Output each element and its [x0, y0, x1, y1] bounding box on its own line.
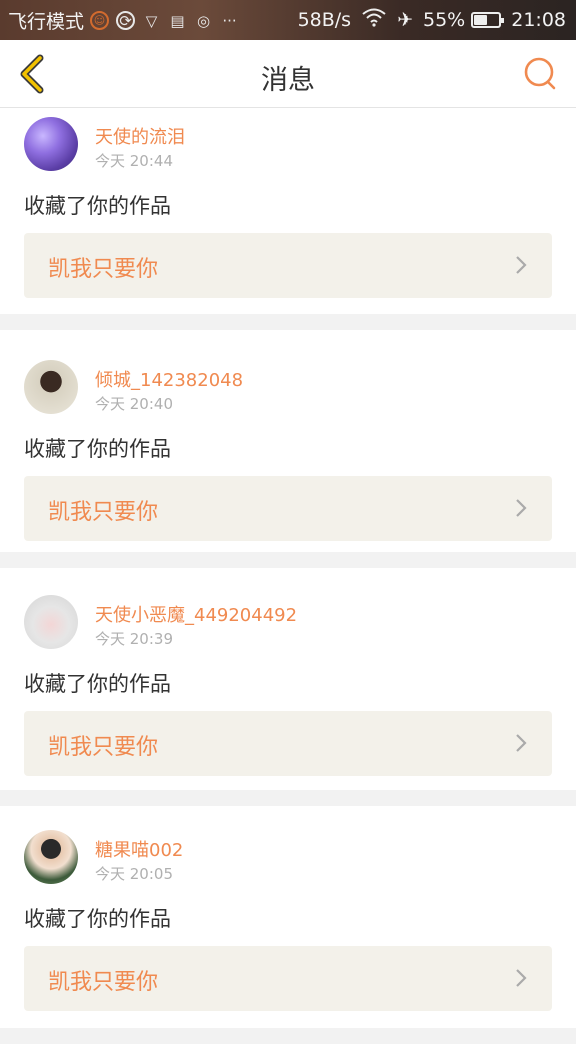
notification-item: 天使的流泪 今天 20:44 收藏了你的作品 凯我只要你 — [0, 108, 576, 314]
timestamp: 今天 20:05 — [95, 865, 173, 883]
notification-item: 倾城_142382048 今天 20:40 收藏了你的作品 凯我只要你 — [0, 330, 576, 552]
notification-list: 天使的流泪 今天 20:44 收藏了你的作品 凯我只要你 倾城_14238204… — [0, 108, 576, 1044]
work-link[interactable]: 凯我只要你 — [24, 476, 552, 541]
notification-item: 糖果喵002 今天 20:05 收藏了你的作品 凯我只要你 — [0, 806, 576, 1028]
notification-item: 天使小恶魔_449204492 今天 20:39 收藏了你的作品 凯我只要你 — [0, 568, 576, 790]
username[interactable]: 倾城_142382048 — [95, 366, 243, 392]
action-text: 收藏了你的作品 — [24, 907, 171, 931]
app-notification-icon: ☺ — [90, 11, 110, 30]
action-text: 收藏了你的作品 — [24, 194, 171, 218]
chevron-right-icon — [516, 499, 527, 517]
avatar[interactable] — [24, 595, 78, 649]
clock: 21:08 — [511, 8, 566, 31]
username[interactable]: 糖果喵002 — [95, 836, 183, 862]
search-icon[interactable] — [520, 54, 560, 94]
hotspot-icon: ◎ — [196, 11, 211, 30]
timestamp: 今天 20:40 — [95, 395, 173, 413]
work-title: 凯我只要你 — [48, 970, 159, 995]
work-link[interactable]: 凯我只要你 — [24, 233, 552, 298]
avatar[interactable] — [24, 117, 78, 171]
chevron-right-icon — [516, 256, 527, 274]
username[interactable]: 天使的流泪 — [95, 123, 185, 149]
battery-icon — [471, 11, 505, 28]
action-text: 收藏了你的作品 — [24, 672, 171, 696]
storage-icon: ▤ — [170, 11, 185, 30]
avatar[interactable] — [24, 360, 78, 414]
work-link[interactable]: 凯我只要你 — [24, 946, 552, 1011]
airplane-mode-label: 飞行模式 — [8, 11, 85, 33]
chevron-right-icon — [516, 969, 527, 987]
action-text: 收藏了你的作品 — [24, 437, 171, 461]
chevron-right-icon — [516, 734, 527, 752]
airplane-icon: ✈ — [397, 8, 413, 31]
avatar[interactable] — [24, 830, 78, 884]
sync-icon: ⟳ — [116, 11, 136, 30]
shield-icon: ▽ — [145, 11, 158, 30]
work-title: 凯我只要你 — [48, 500, 159, 525]
status-bar: 飞行模式 ☺ ⟳ ▽ ▤ ◎ ··· 58B/s ✈ 55% 21:08 — [0, 0, 576, 40]
work-title: 凯我只要你 — [48, 735, 159, 760]
work-title: 凯我只要你 — [48, 257, 159, 282]
work-link[interactable]: 凯我只要你 — [24, 711, 552, 776]
username[interactable]: 天使小恶魔_449204492 — [95, 601, 297, 627]
more-icon: ··· — [222, 11, 237, 30]
network-speed: 58B/s — [297, 8, 352, 31]
battery-percent: 55% — [423, 8, 466, 31]
page-title: 消息 — [261, 65, 315, 96]
wifi-icon — [361, 7, 387, 32]
timestamp: 今天 20:39 — [95, 630, 173, 648]
nav-bar: 消息 — [0, 40, 576, 108]
timestamp: 今天 20:44 — [95, 152, 173, 170]
